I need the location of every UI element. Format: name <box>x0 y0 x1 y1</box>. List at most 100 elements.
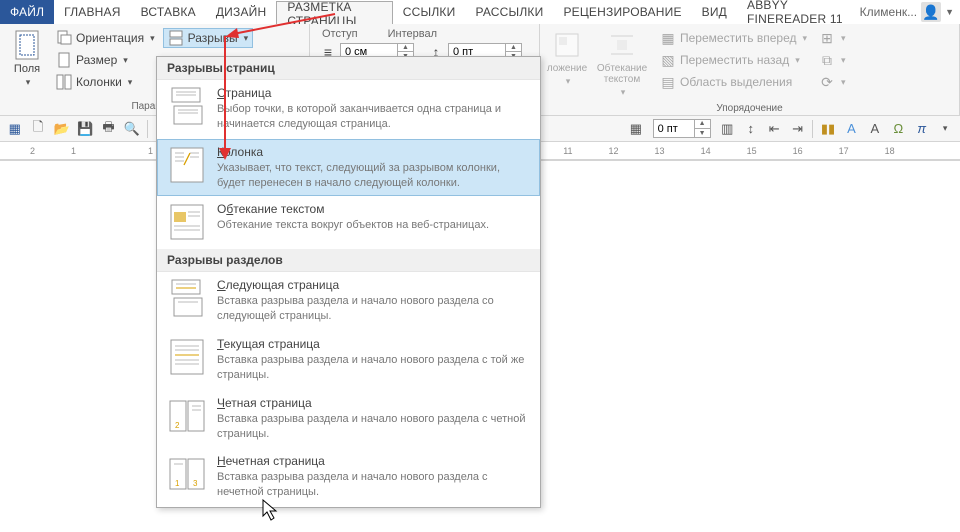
qat-spacing-input[interactable]: ▲▼ <box>653 119 711 138</box>
page-break-icon <box>167 86 207 126</box>
tab-home[interactable]: ГЛАВНАЯ <box>54 0 130 24</box>
wrap-text-button[interactable]: Обтеканиетекстом▾ <box>592 26 652 101</box>
break-column-desc: Указывает, что текст, следующий за разры… <box>217 161 530 191</box>
tab-page-layout[interactable]: РАЗМЕТКА СТРАНИЦЫ <box>276 1 392 25</box>
position-button[interactable]: ложение ▾ <box>546 26 588 101</box>
break-next-page-item[interactable]: Следующая страница Вставка разрыва раздел… <box>157 272 540 331</box>
spinner-up-icon[interactable]: ▲ <box>506 43 521 52</box>
group-button[interactable]: ⧉▾ <box>815 50 850 70</box>
breaks-dropdown: Разрывы страниц СтраницаВыбор точки, в к… <box>156 56 541 508</box>
break-next-page-desc: Вставка разрыва раздела и начало нового … <box>217 294 530 324</box>
qat-reading-icon[interactable]: ▮▮ <box>817 118 838 140</box>
continuous-section-icon <box>167 337 207 377</box>
qat-indent-inc-icon[interactable]: ⇥ <box>787 118 808 140</box>
spinner-up-icon[interactable]: ▲ <box>398 43 413 52</box>
selection-pane-label: Область выделения <box>680 75 792 89</box>
qat-more-icon[interactable]: ▾ <box>934 118 955 140</box>
chevron-down-icon: ▾ <box>566 76 571 87</box>
qat-textbox-icon[interactable]: A <box>841 118 862 140</box>
qat-indent-dec-icon[interactable]: ⇤ <box>763 118 784 140</box>
user-account[interactable]: Клименк... 👤 ▼ <box>854 2 960 22</box>
break-column-item[interactable]: Колонка Указывает, что текст, следующий з… <box>157 139 540 197</box>
qat-fontcolor-icon[interactable]: A <box>864 118 885 140</box>
tab-file[interactable]: ФАЙЛ <box>0 0 54 24</box>
qat-word-icon[interactable]: ▦ <box>4 118 25 140</box>
group-arrange-label: Упорядочение <box>546 101 953 116</box>
send-backward-button[interactable]: ▧Переместить назад▾ <box>656 50 811 70</box>
break-even-page-title: Четная страница <box>217 396 530 410</box>
break-continuous-desc: Вставка разрыва раздела и начало нового … <box>217 353 530 383</box>
breaks-label: Разрывы <box>188 31 238 45</box>
break-odd-page-item[interactable]: 13 Нечетная страницаВставка разрыва разд… <box>157 448 540 507</box>
chevron-down-icon: ▾ <box>26 77 31 88</box>
margins-button[interactable]: Поля ▾ <box>6 26 48 99</box>
qat-preview-icon[interactable]: 🔍 <box>121 118 142 140</box>
qat-new-icon[interactable]: 🗋 <box>27 118 48 140</box>
chevron-down-icon: ▾ <box>841 33 846 44</box>
break-continuous-item[interactable]: Текущая страница Вставка разрыва раздела … <box>157 331 540 390</box>
break-even-page-desc: Вставка разрыва раздела и начало нового … <box>217 412 530 442</box>
indent-header: Отступ <box>322 28 358 40</box>
qat-print-icon[interactable]: 🖶 <box>98 118 119 140</box>
tab-review[interactable]: РЕЦЕНЗИРОВАНИЕ <box>553 0 691 24</box>
group-icon: ⧉ <box>819 52 835 68</box>
tab-abbyy[interactable]: ABBYY FineReader 11 <box>737 0 854 24</box>
bring-forward-icon: ▦ <box>660 30 676 46</box>
spinner-up-icon[interactable]: ▲ <box>695 120 710 129</box>
break-next-page-title: Следующая страница <box>217 278 530 292</box>
chevron-down-icon: ▾ <box>621 87 626 98</box>
break-page-desc: Выбор точки, в которой заканчивается одн… <box>217 102 530 132</box>
orientation-label: Ориентация <box>76 31 144 45</box>
selection-pane-icon: ▤ <box>660 74 676 90</box>
rotate-icon: ⟳ <box>819 74 835 90</box>
position-label: ложение <box>547 63 587 74</box>
chevron-down-icon: ▾ <box>123 55 128 66</box>
qat-symbol-icon[interactable]: Ω <box>888 118 909 140</box>
separator <box>147 120 148 138</box>
qat-save-icon[interactable]: 💾 <box>74 118 95 140</box>
break-wrap-desc: Обтекание текста вокруг объектов на веб-… <box>217 218 530 233</box>
align-button[interactable]: ⊞▾ <box>815 28 850 48</box>
orientation-button[interactable]: Ориентация▾ <box>52 28 159 48</box>
qat-spacing-icon[interactable]: ↕ <box>740 118 761 140</box>
tab-mailings[interactable]: РАССЫЛКИ <box>465 0 553 24</box>
spinner-down-icon[interactable]: ▼ <box>695 129 710 138</box>
spacing-header: Интервал <box>388 28 437 40</box>
break-column-title: Колонка <box>217 145 530 159</box>
tab-view[interactable]: ВИД <box>692 0 737 24</box>
breaks-button[interactable]: Разрывы▾ <box>163 28 253 48</box>
tab-design[interactable]: ДИЗАЙН <box>206 0 277 24</box>
text-wrap-break-icon <box>167 202 207 242</box>
chevron-down-icon: ▾ <box>841 77 846 88</box>
bring-forward-button[interactable]: ▦Переместить вперед▾ <box>656 28 811 48</box>
selection-pane-button[interactable]: ▤ Область выделения <box>656 72 811 92</box>
page-size-icon <box>56 52 72 68</box>
next-page-section-icon <box>167 278 207 318</box>
break-even-page-item[interactable]: 2 Четная страница Вставка разрыва раздела… <box>157 390 540 449</box>
user-name: Клименк... <box>860 5 918 19</box>
break-page-item[interactable]: СтраницаВыбор точки, в которой заканчива… <box>157 80 540 139</box>
tab-insert[interactable]: ВСТАВКА <box>131 0 206 24</box>
align-icon: ⊞ <box>819 30 835 46</box>
columns-button[interactable]: Колонки ▾ <box>52 72 159 92</box>
columns-label: Колонки <box>76 75 122 89</box>
break-wrap-item[interactable]: Обтекание текстомОбтекание текста вокруг… <box>157 196 540 249</box>
send-backward-label: Переместить назад <box>680 53 789 67</box>
page-breaks-header: Разрывы страниц <box>157 57 540 80</box>
chevron-down-icon: ▾ <box>795 55 800 66</box>
qat-equation-icon[interactable]: π <box>911 118 932 140</box>
separator <box>812 120 813 138</box>
chevron-down-icon: ▾ <box>128 77 133 88</box>
qat-border-btn[interactable]: ▦ <box>625 118 646 140</box>
odd-page-section-icon: 13 <box>167 454 207 494</box>
size-button[interactable]: Размер▾ <box>52 50 159 70</box>
position-icon <box>551 29 583 61</box>
break-continuous-title: Текущая страница <box>217 337 530 351</box>
section-breaks-header: Разрывы разделов <box>157 249 540 272</box>
even-page-section-icon: 2 <box>167 396 207 436</box>
qat-columns-icon[interactable]: ▥ <box>717 118 738 140</box>
tab-references[interactable]: ССЫЛКИ <box>393 0 466 24</box>
svg-text:3: 3 <box>193 479 198 488</box>
qat-open-icon[interactable]: 📂 <box>51 118 72 140</box>
rotate-button[interactable]: ⟳▾ <box>815 72 850 92</box>
